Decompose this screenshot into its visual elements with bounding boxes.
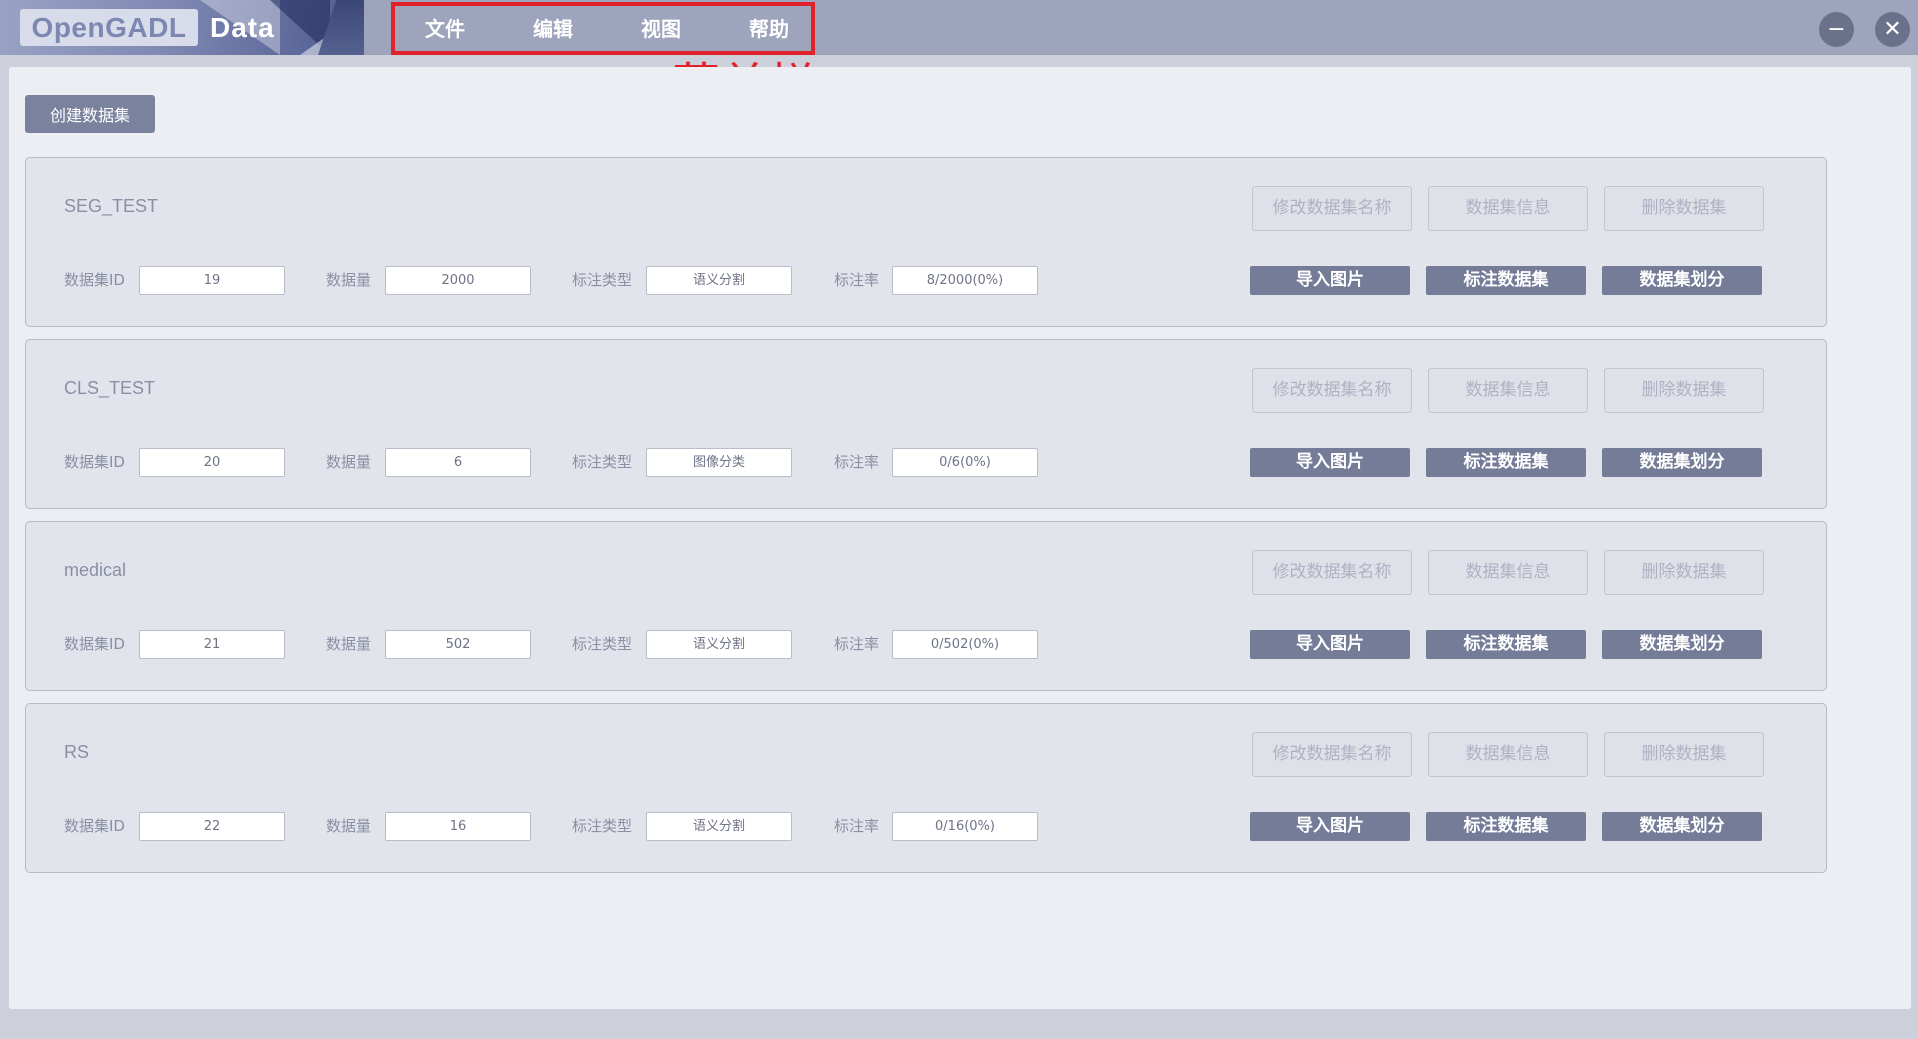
annotation-type-field: 语义分割 bbox=[646, 630, 792, 659]
annotation-rate-label: 标注率 bbox=[834, 271, 880, 289]
annotation-rate-label: 标注率 bbox=[834, 453, 880, 471]
close-button[interactable]: ✕ bbox=[1875, 12, 1910, 47]
dataset-count-label: 数据量 bbox=[326, 271, 372, 289]
dataset-info-button[interactable]: 数据集信息 bbox=[1428, 368, 1588, 413]
annotate-dataset-button[interactable]: 标注数据集 bbox=[1426, 266, 1586, 295]
create-dataset-button[interactable]: 创建数据集 bbox=[25, 95, 155, 133]
dataset-id-field: 20 bbox=[139, 448, 285, 477]
dataset-card: RS 修改数据集名称 数据集信息 删除数据集 数据集ID 22 数据量 16 标… bbox=[25, 703, 1827, 873]
import-images-button[interactable]: 导入图片 bbox=[1250, 266, 1410, 295]
rename-dataset-button[interactable]: 修改数据集名称 bbox=[1252, 186, 1412, 231]
dataset-count-label: 数据量 bbox=[326, 453, 372, 471]
delete-dataset-button[interactable]: 删除数据集 bbox=[1604, 186, 1764, 231]
split-dataset-button[interactable]: 数据集划分 bbox=[1602, 812, 1762, 841]
annotation-rate-label: 标注率 bbox=[834, 817, 880, 835]
annotation-type-field: 语义分割 bbox=[646, 812, 792, 841]
dataset-count-label: 数据量 bbox=[326, 817, 372, 835]
dataset-name: RS bbox=[64, 742, 90, 762]
dataset-id-field: 21 bbox=[139, 630, 285, 659]
dataset-count-field: 502 bbox=[385, 630, 531, 659]
rename-dataset-button[interactable]: 修改数据集名称 bbox=[1252, 368, 1412, 413]
main-panel: 创建数据集 SEG_TEST 修改数据集名称 数据集信息 删除数据集 数据集ID… bbox=[9, 67, 1911, 1009]
dataset-count-field: 2000 bbox=[385, 266, 531, 295]
rename-dataset-button[interactable]: 修改数据集名称 bbox=[1252, 550, 1412, 595]
annotation-type-field: 语义分割 bbox=[646, 266, 792, 295]
annotate-dataset-button[interactable]: 标注数据集 bbox=[1426, 812, 1586, 841]
dataset-info-button[interactable]: 数据集信息 bbox=[1428, 550, 1588, 595]
close-icon: ✕ bbox=[1883, 17, 1902, 42]
annotation-type-label: 标注类型 bbox=[572, 453, 633, 471]
annotation-type-field: 图像分类 bbox=[646, 448, 792, 477]
dataset-count-field: 6 bbox=[385, 448, 531, 477]
split-dataset-button[interactable]: 数据集划分 bbox=[1602, 630, 1762, 659]
dataset-card: CLS_TEST 修改数据集名称 数据集信息 删除数据集 数据集ID 20 数据… bbox=[25, 339, 1827, 509]
dataset-id-label: 数据集ID bbox=[64, 635, 125, 653]
annotate-dataset-button[interactable]: 标注数据集 bbox=[1426, 630, 1586, 659]
delete-dataset-button[interactable]: 删除数据集 bbox=[1604, 368, 1764, 413]
dataset-name: SEG_TEST bbox=[64, 196, 159, 216]
annotation-rate-field: 0/6(0%) bbox=[892, 448, 1038, 477]
annotation-type-label: 标注类型 bbox=[572, 635, 633, 653]
annotation-rate-field: 0/502(0%) bbox=[892, 630, 1038, 659]
logo-text-opengadl: OpenGADL bbox=[20, 9, 198, 46]
annotation-type-label: 标注类型 bbox=[572, 817, 633, 835]
import-images-button[interactable]: 导入图片 bbox=[1250, 630, 1410, 659]
dataset-id-label: 数据集ID bbox=[64, 271, 125, 289]
title-bar: OpenGADL Data 文件 编辑 视图 帮助 − ✕ bbox=[0, 0, 1918, 55]
dataset-id-field: 19 bbox=[139, 266, 285, 295]
import-images-button[interactable]: 导入图片 bbox=[1250, 812, 1410, 841]
annotation-rate-label: 标注率 bbox=[834, 635, 880, 653]
dataset-name: medical bbox=[64, 560, 127, 580]
split-dataset-button[interactable]: 数据集划分 bbox=[1602, 448, 1762, 477]
split-dataset-button[interactable]: 数据集划分 bbox=[1602, 266, 1762, 295]
menu-bar-highlight-box bbox=[391, 2, 815, 55]
import-images-button[interactable]: 导入图片 bbox=[1250, 448, 1410, 477]
delete-dataset-button[interactable]: 删除数据集 bbox=[1604, 732, 1764, 777]
dataset-count-field: 16 bbox=[385, 812, 531, 841]
dataset-id-field: 22 bbox=[139, 812, 285, 841]
logo-text-data: Data bbox=[210, 12, 275, 43]
dataset-id-label: 数据集ID bbox=[64, 817, 125, 835]
dataset-id-label: 数据集ID bbox=[64, 453, 125, 471]
delete-dataset-button[interactable]: 删除数据集 bbox=[1604, 550, 1764, 595]
dataset-info-button[interactable]: 数据集信息 bbox=[1428, 732, 1588, 777]
dataset-name: CLS_TEST bbox=[64, 378, 156, 398]
rename-dataset-button[interactable]: 修改数据集名称 bbox=[1252, 732, 1412, 777]
annotation-type-label: 标注类型 bbox=[572, 271, 633, 289]
dataset-count-label: 数据量 bbox=[326, 635, 372, 653]
annotation-rate-field: 0/16(0%) bbox=[892, 812, 1038, 841]
dataset-info-button[interactable]: 数据集信息 bbox=[1428, 186, 1588, 231]
annotate-dataset-button[interactable]: 标注数据集 bbox=[1426, 448, 1586, 477]
minimize-button[interactable]: − bbox=[1819, 12, 1854, 47]
dataset-card: medical 修改数据集名称 数据集信息 删除数据集 数据集ID 21 数据量… bbox=[25, 521, 1827, 691]
annotation-rate-field: 8/2000(0%) bbox=[892, 266, 1038, 295]
minimize-icon: − bbox=[1827, 17, 1846, 42]
dataset-card: SEG_TEST 修改数据集名称 数据集信息 删除数据集 数据集ID 19 数据… bbox=[25, 157, 1827, 327]
app-logo: OpenGADL Data bbox=[0, 0, 364, 55]
